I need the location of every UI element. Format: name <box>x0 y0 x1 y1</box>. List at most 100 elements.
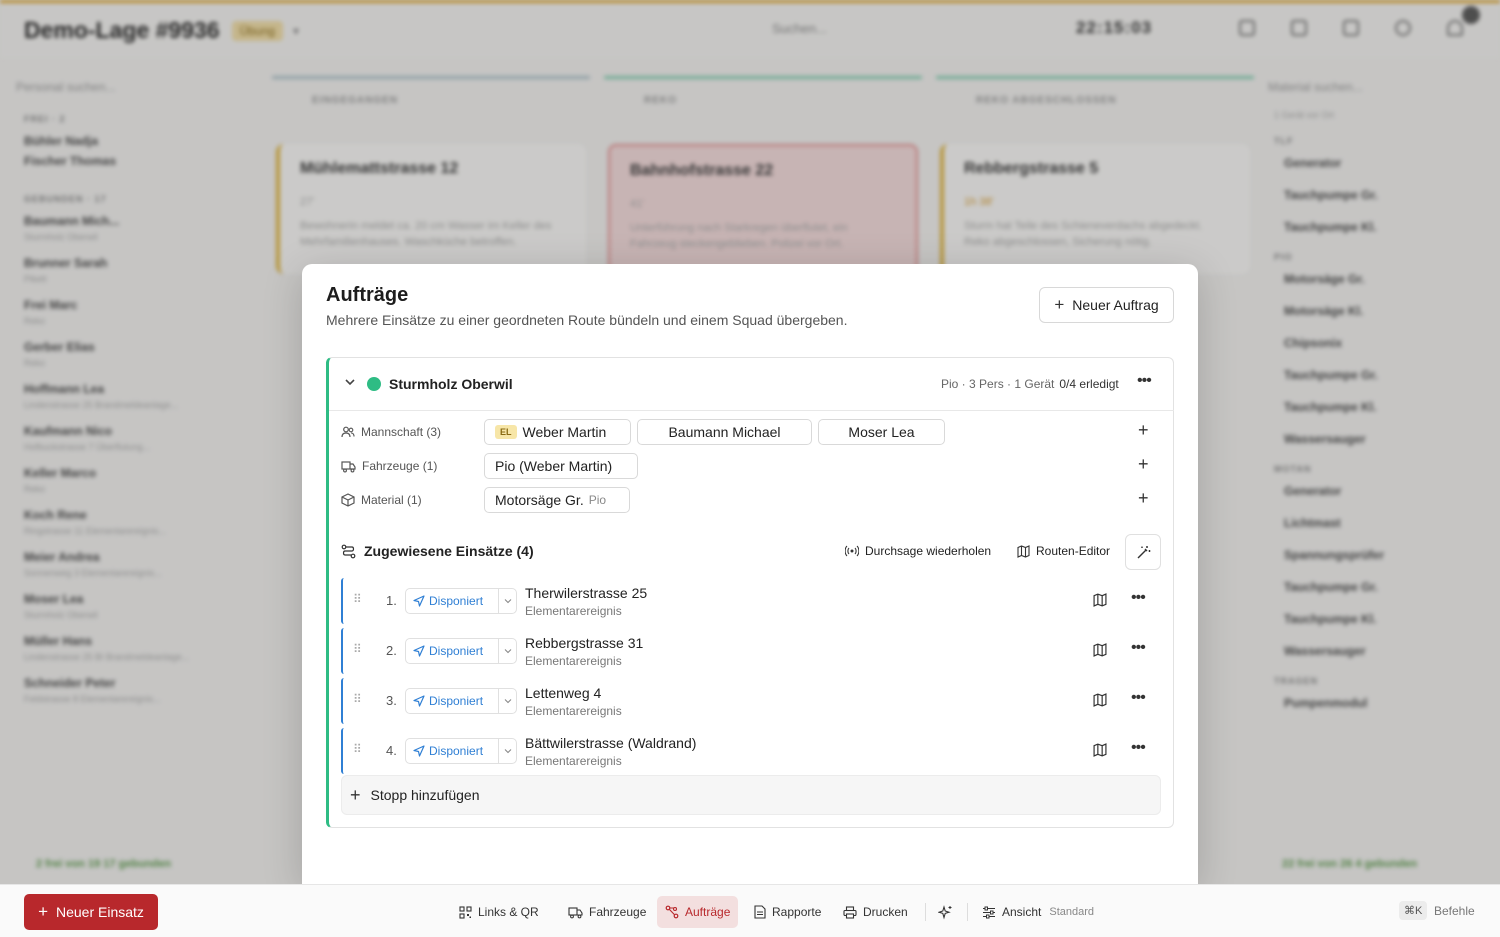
material-name: Motorsäge Gr. <box>495 492 584 508</box>
tab-print[interactable]: Drucken <box>835 896 916 928</box>
crew-name: Moser Lea <box>848 424 915 440</box>
stop-address: Bättwilerstrasse (Waldrand) <box>525 735 697 751</box>
status-label: Disponiert <box>429 644 484 658</box>
tab-label: Aufträge <box>685 905 731 919</box>
printer-icon <box>843 905 857 919</box>
map-icon[interactable] <box>1093 643 1107 657</box>
stop-type: Elementarereignis <box>525 604 622 618</box>
stop-number: 1. <box>386 593 397 608</box>
map-icon[interactable] <box>1093 593 1107 607</box>
tab-orders[interactable]: Aufträge <box>657 896 739 928</box>
assigned-title-wrap: Zugewiesene Einsätze (4) <box>341 543 534 559</box>
new-order-button[interactable]: + Neuer Auftrag <box>1039 287 1174 323</box>
squad-progress: 0/4 erledigt <box>1059 377 1119 391</box>
material-tag: Pio <box>588 493 607 507</box>
repeat-announcement-button[interactable]: Durchsage wiederholen <box>845 544 991 558</box>
vehicle-chip[interactable]: Pio (Weber Martin) <box>484 453 638 479</box>
modal-subtitle: Mehrere Einsätze zu einer geordneten Rou… <box>326 312 848 328</box>
crew-name: Weber Martin <box>522 424 607 440</box>
squad-header[interactable]: Sturmholz Oberwil Pio · 3 Pers · 1 Gerät… <box>329 358 1174 411</box>
crew-chip[interactable]: Baumann Michael <box>637 419 812 445</box>
tab-reports[interactable]: Rapporte <box>746 896 829 928</box>
drag-handle-icon[interactable]: ⠿ <box>353 642 363 656</box>
status-dropdown[interactable]: Disponiert <box>405 738 517 764</box>
squad-status-dot <box>367 377 381 391</box>
stop-address: Therwilerstrasse 25 <box>525 585 648 601</box>
stop-row[interactable]: ⠿ 4. Disponiert Bättwilerstrasse (Waldrand)… <box>341 728 1161 774</box>
new-incident-button[interactable]: + Neuer Einsatz <box>24 894 158 930</box>
modal-title: Aufträge <box>326 284 409 306</box>
navigation-icon <box>413 595 425 607</box>
chevron-down-icon[interactable] <box>498 589 517 613</box>
status-dropdown[interactable]: Disponiert <box>405 638 517 664</box>
vehicles-row: Fahrzeuge (1) Pio (Weber Martin) + <box>341 453 1161 479</box>
crew-label: Mannschaft (3) <box>361 425 442 439</box>
truck-icon <box>568 906 583 919</box>
chevron-down-icon[interactable] <box>498 739 517 763</box>
crew-label-wrap: Mannschaft (3) <box>341 425 441 439</box>
more-icon[interactable]: ••• <box>1137 372 1152 390</box>
command-label[interactable]: Befehle <box>1434 904 1475 918</box>
map-icon[interactable] <box>1093 693 1107 707</box>
add-stop-label: Stopp hinzufügen <box>370 787 480 803</box>
view-label: Ansicht <box>1002 905 1042 919</box>
add-material-button[interactable]: + <box>1138 488 1149 509</box>
stop-address: Rebbergstrasse 31 <box>525 635 644 651</box>
chevron-down-icon[interactable] <box>498 639 517 663</box>
crew-chip[interactable]: EL Weber Martin <box>484 419 631 445</box>
add-stop-button[interactable]: + Stopp hinzufügen <box>341 775 1161 815</box>
chevron-down-icon[interactable] <box>498 689 517 713</box>
divider <box>925 903 926 921</box>
drag-handle-icon[interactable]: ⠿ <box>353 742 363 756</box>
add-vehicle-button[interactable]: + <box>1138 454 1149 475</box>
status-dropdown[interactable]: Disponiert <box>405 588 517 614</box>
route-editor-label: Routen-Editor <box>1036 544 1111 558</box>
more-icon[interactable]: ••• <box>1131 639 1146 657</box>
repeat-label: Durchsage wiederholen <box>865 544 992 558</box>
route-editor-button[interactable]: Routen-Editor <box>1017 544 1110 558</box>
view-value: Standard <box>1049 906 1095 918</box>
bottom-toolbar: + Neuer Einsatz Links & QR Fahrzeuge Auf… <box>0 884 1500 937</box>
map-icon <box>1017 544 1030 558</box>
assigned-header: Zugewiesene Einsätze (4) Durchsage wiede… <box>341 534 1161 570</box>
stop-row[interactable]: ⠿ 1. Disponiert Therwilerstrasse 25 Elementa… <box>341 578 1161 624</box>
route-icon <box>665 905 679 919</box>
squad-meta: Pio · 3 Pers · 1 Gerät 0/4 erledigt <box>941 377 1119 391</box>
chevron-down-icon[interactable] <box>344 376 356 388</box>
plus-icon: + <box>1054 295 1065 314</box>
box-icon <box>341 493 355 507</box>
orders-modal: Aufträge Mehrere Einsätze zu einer geord… <box>302 264 1198 884</box>
tab-label: Fahrzeuge <box>589 905 647 919</box>
people-icon <box>341 425 355 439</box>
tab-vehicles[interactable]: Fahrzeuge <box>560 896 654 928</box>
status-dropdown[interactable]: Disponiert <box>405 688 517 714</box>
crew-chip[interactable]: Moser Lea <box>818 419 945 445</box>
material-row: Material (1) Motorsäge Gr. Pio + <box>341 487 1161 513</box>
stop-type: Elementarereignis <box>525 754 622 768</box>
drag-handle-icon[interactable]: ⠿ <box>353 592 363 606</box>
tab-label: Rapporte <box>772 905 822 919</box>
vehicles-label-wrap: Fahrzeuge (1) <box>341 459 437 473</box>
drag-handle-icon[interactable]: ⠿ <box>353 692 363 706</box>
magic-wand-button[interactable] <box>1125 534 1161 570</box>
sliders-icon <box>982 906 996 919</box>
sparkle-icon <box>938 904 953 920</box>
map-icon[interactable] <box>1093 743 1107 757</box>
material-label: Material (1) <box>361 493 422 507</box>
add-crew-button[interactable]: + <box>1138 420 1149 441</box>
stop-row[interactable]: ⠿ 2. Disponiert Rebbergstrasse 31 Elementare… <box>341 628 1161 674</box>
squad-summary: Pio · 3 Pers · 1 Gerät <box>941 377 1055 391</box>
more-icon[interactable]: ••• <box>1131 589 1146 607</box>
tab-label: Drucken <box>863 905 908 919</box>
assigned-title: Zugewiesene Einsätze (4) <box>364 543 534 559</box>
more-icon[interactable]: ••• <box>1131 689 1146 707</box>
material-chip[interactable]: Motorsäge Gr. Pio <box>484 487 630 513</box>
view-selector[interactable]: Ansicht Standard <box>974 896 1102 928</box>
sparkle-button[interactable] <box>930 896 961 928</box>
more-icon[interactable]: ••• <box>1131 739 1146 757</box>
stop-row[interactable]: ⠿ 3. Disponiert Lettenweg 4 Elementarereigni… <box>341 678 1161 724</box>
stop-number: 2. <box>386 643 397 658</box>
document-icon <box>754 905 766 919</box>
tab-links-qr[interactable]: Links & QR <box>451 896 547 928</box>
command-shortcut[interactable]: ⌘K <box>1399 901 1428 920</box>
